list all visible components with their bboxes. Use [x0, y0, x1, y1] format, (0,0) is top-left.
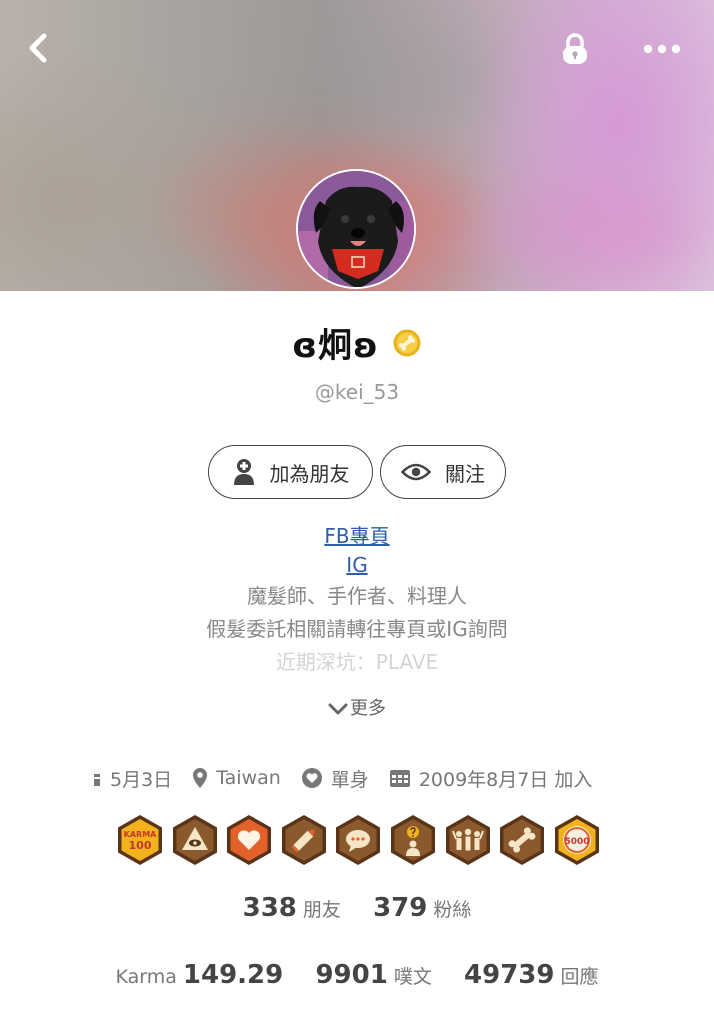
replies-label: 回應 [560, 966, 599, 988]
follow-label: 關注 [445, 461, 485, 486]
heart-badge-icon[interactable] [226, 814, 272, 866]
more-options-button[interactable] [640, 30, 684, 68]
add-friend-icon [233, 459, 254, 485]
add-friend-button[interactable]: 加為朋友 [208, 445, 373, 499]
avatar[interactable] [296, 169, 416, 289]
birthday-item: 5月3日 [94, 765, 172, 792]
gold-bone-badge-icon[interactable] [392, 328, 422, 358]
cover-blur [480, 180, 700, 290]
question-person-badge-icon[interactable] [390, 814, 436, 866]
add-friend-label: 加為朋友 [269, 461, 350, 486]
joined-text: 2009年8月7日 加入 [418, 768, 593, 791]
svg-text:100: 100 [129, 839, 152, 852]
fans-count: 379 [373, 893, 428, 923]
bio-line-faded: 近期深坑：PLAVE [275, 650, 439, 674]
bio-line: 假髮委託相關請轉往專頁或IG詢問 [206, 617, 508, 641]
more-horizontal-icon [643, 44, 681, 54]
location-text: Taiwan [216, 767, 281, 789]
location-pin-icon [193, 768, 208, 788]
bone-badge-icon[interactable] [499, 814, 545, 866]
friends-count-group[interactable]: 338 朋友 [243, 893, 346, 923]
show-more-label: 更多 [350, 698, 386, 719]
relationship-item: 單身 [301, 765, 369, 792]
bio-link-ig[interactable]: IG [0, 551, 714, 580]
chevron-down-icon [328, 703, 348, 715]
karma-label: Karma [115, 966, 177, 988]
back-button[interactable] [20, 28, 60, 68]
lock-icon [563, 33, 587, 64]
cover-blur [300, 20, 500, 140]
profile-meta-row: 5月3日 Taiwan 單身 2009年8月7日 加入 [94, 764, 612, 792]
activity-stats: Karma 149.29 9901 噗文 49739 回應 [0, 960, 714, 990]
social-counts: 338 朋友 379 粉絲 [0, 893, 714, 923]
dog-avatar-image [298, 171, 414, 287]
fans-count-group[interactable]: 379 粉絲 [373, 893, 472, 923]
cake-icon [94, 774, 100, 786]
display-name: ɞ炯ʚ [292, 326, 379, 366]
svg-text:KARMA: KARMA [124, 830, 158, 839]
bio-section: FB專頁 IG 魔髮師、手作者、料理人 假髮委託相關請轉往專頁或IG詢問 近期深… [0, 522, 714, 679]
privacy-lock-button[interactable] [558, 30, 592, 68]
posts-label: 噗文 [393, 966, 432, 988]
group-people-badge-icon[interactable] [445, 814, 491, 866]
birthday-text: 5月3日 [110, 768, 173, 791]
follow-button[interactable]: 關注 [380, 445, 506, 499]
profile-name-row: ɞ炯ʚ [0, 318, 714, 367]
svg-text:5000: 5000 [564, 837, 589, 847]
friends-label: 朋友 [302, 899, 341, 921]
fans-label: 粉絲 [433, 899, 472, 921]
speech-bubble-badge-icon[interactable] [335, 814, 381, 866]
coin-5000-badge-icon[interactable]: 5000 [554, 814, 600, 866]
pencil-badge-icon[interactable] [281, 814, 327, 866]
eye-triangle-badge-icon[interactable] [172, 814, 218, 866]
karma-100-badge-icon[interactable]: KARMA 100 [117, 814, 163, 866]
posts-count: 9901 [315, 960, 388, 990]
bio-link-fb[interactable]: FB專頁 [0, 522, 714, 551]
eye-icon [401, 463, 431, 481]
achievement-badges: KARMA 100 5000 [117, 814, 608, 868]
joined-item: 2009年8月7日 加入 [389, 765, 593, 792]
chevron-left-icon [29, 33, 47, 63]
karma-value: 149.29 [182, 960, 284, 990]
friends-count: 338 [242, 893, 297, 923]
relationship-text: 單身 [330, 768, 369, 791]
show-more-toggle[interactable]: 更多 [0, 694, 714, 720]
replies-count: 49739 [464, 960, 555, 990]
bio-line: 魔髮師、手作者、料理人 [247, 584, 467, 608]
location-item: Taiwan [192, 767, 281, 789]
user-handle: @kei_53 [314, 380, 400, 404]
heart-circle-icon [301, 768, 322, 788]
calendar-icon [389, 770, 410, 787]
